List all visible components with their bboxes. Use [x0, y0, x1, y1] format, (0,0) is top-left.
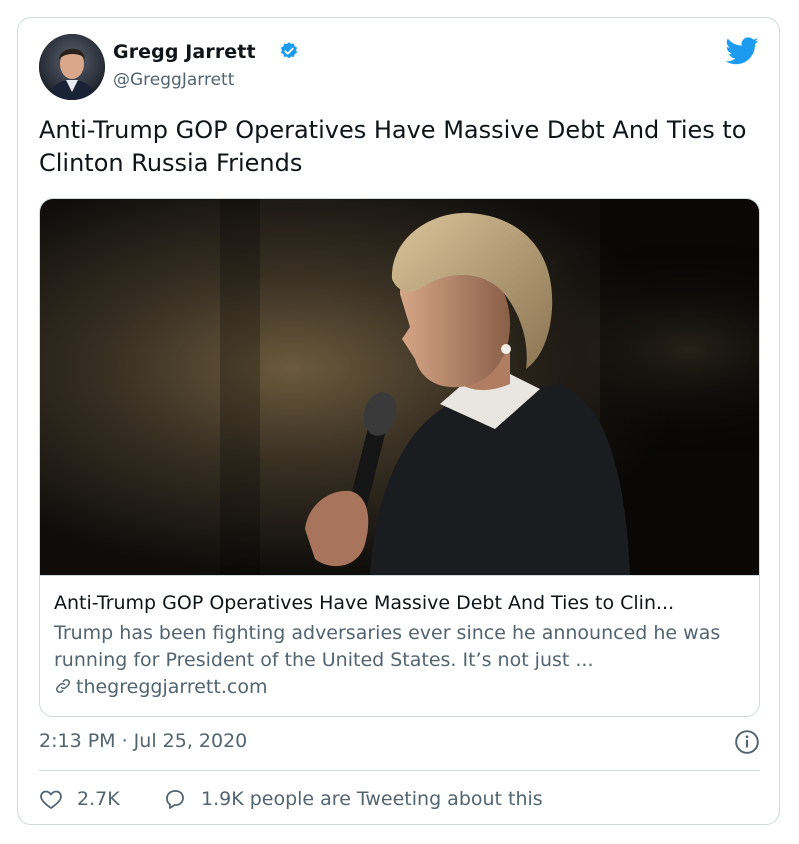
twitter-bird-icon[interactable]	[726, 37, 759, 65]
link-icon	[55, 678, 71, 694]
article-photo[interactable]	[40, 199, 760, 575]
info-icon[interactable]	[734, 729, 760, 755]
link-description: Trump has been fighting adversaries ever…	[54, 622, 721, 671]
avatar[interactable]	[39, 34, 105, 100]
link-preview-card[interactable]: Anti-Trump GOP Operatives Have Massive D…	[39, 198, 760, 717]
divider	[39, 770, 760, 771]
link-domain[interactable]: thegreggjarrett.com	[76, 676, 267, 698]
link-title[interactable]: Anti-Trump GOP Operatives Have Massive D…	[54, 592, 754, 614]
author-name[interactable]: Gregg Jarrett	[113, 41, 256, 63]
link-domain-row[interactable]: thegreggjarrett.com	[54, 676, 267, 698]
author-handle[interactable]: @GreggJarrett	[113, 70, 234, 90]
tweet-timestamp[interactable]: 2:13 PM · Jul 25, 2020	[39, 730, 247, 752]
tweet-embed-card: Gregg Jarrett @GreggJarrett Anti-Trump G…	[17, 17, 780, 825]
like-count: 2.7K	[77, 788, 120, 810]
tweeting-about-link[interactable]: 1.9K people are Tweeting about this	[163, 787, 543, 811]
reply-bubble-icon	[166, 790, 184, 809]
tweeting-count-text: 1.9K people are Tweeting about this	[201, 788, 543, 810]
heart-icon	[40, 790, 62, 809]
like-button[interactable]: 2.7K	[39, 787, 120, 811]
tweet-text: Anti-Trump GOP Operatives Have Massive D…	[39, 116, 747, 177]
verified-badge-icon	[280, 42, 298, 59]
avatar-image	[39, 34, 105, 100]
link-preview-body[interactable]: Anti-Trump GOP Operatives Have Massive D…	[40, 575, 759, 716]
